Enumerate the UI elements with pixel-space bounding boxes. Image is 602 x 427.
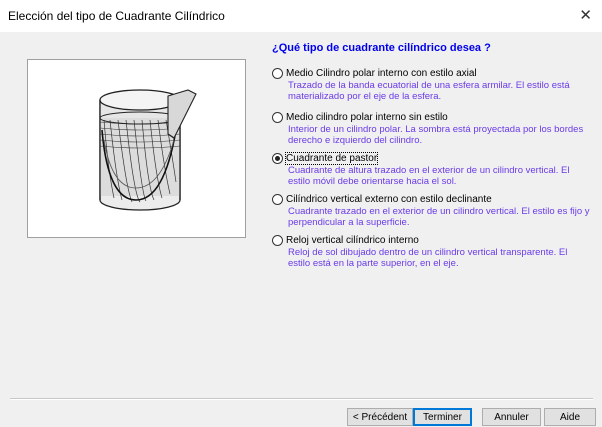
- option-label[interactable]: Cilíndrico vertical externo con estilo d…: [286, 194, 492, 205]
- shepherd-dial-preview: [27, 59, 246, 238]
- option-description: Cuadrante de altura trazado en el exteri…: [288, 165, 570, 187]
- help-button[interactable]: Aide: [544, 408, 596, 426]
- close-icon[interactable]: ✕: [579, 6, 592, 26]
- option-label[interactable]: Cuadrante de pastor: [284, 151, 379, 165]
- option-description: Reloj de sol dibujado dentro de un cilin…: [288, 247, 568, 269]
- radio-button[interactable]: [272, 234, 283, 246]
- radio-button[interactable]: [272, 193, 283, 205]
- option-vertical-declining[interactable]: Cilíndrico vertical externo con estilo d…: [272, 192, 592, 228]
- cylinder-dial-illustration: [99, 89, 197, 211]
- title-bar: Elección del tipo de Cuadrante Cilíndric…: [0, 0, 602, 32]
- finish-button[interactable]: Terminer: [413, 408, 472, 426]
- question-heading: ¿Qué tipo de cuadrante cilíndrico desea …: [272, 42, 491, 54]
- option-half-cylinder-no-style[interactable]: Medio cilindro polar interno sin estilo …: [272, 110, 592, 146]
- button-separator: [10, 398, 593, 400]
- option-label[interactable]: Medio Cilindro polar interno con estilo …: [286, 68, 477, 79]
- option-half-cylinder-axial[interactable]: Medio Cilindro polar interno con estilo …: [272, 66, 592, 102]
- option-description: Trazado de la banda ecuatorial de una es…: [288, 80, 570, 102]
- option-internal-vertical[interactable]: Reloj vertical cilíndrico interno Reloj …: [272, 233, 592, 269]
- radio-button[interactable]: [272, 67, 283, 79]
- option-label[interactable]: Reloj vertical cilíndrico interno: [286, 235, 419, 246]
- cancel-button[interactable]: Annuler: [482, 408, 541, 426]
- option-description: Interior de un cilindro polar. La sombra…: [288, 124, 584, 146]
- option-label[interactable]: Medio cilindro polar interno sin estilo: [286, 112, 448, 123]
- option-shepherd-dial[interactable]: Cuadrante de pastor Cuadrante de altura …: [272, 151, 592, 187]
- radio-button[interactable]: [272, 111, 283, 123]
- option-description: Cuadrante trazado en el exterior de un c…: [288, 206, 590, 228]
- window-title: Elección del tipo de Cuadrante Cilíndric…: [8, 9, 225, 23]
- radio-button-selected[interactable]: [272, 152, 283, 164]
- previous-button[interactable]: < Précédent: [347, 408, 413, 426]
